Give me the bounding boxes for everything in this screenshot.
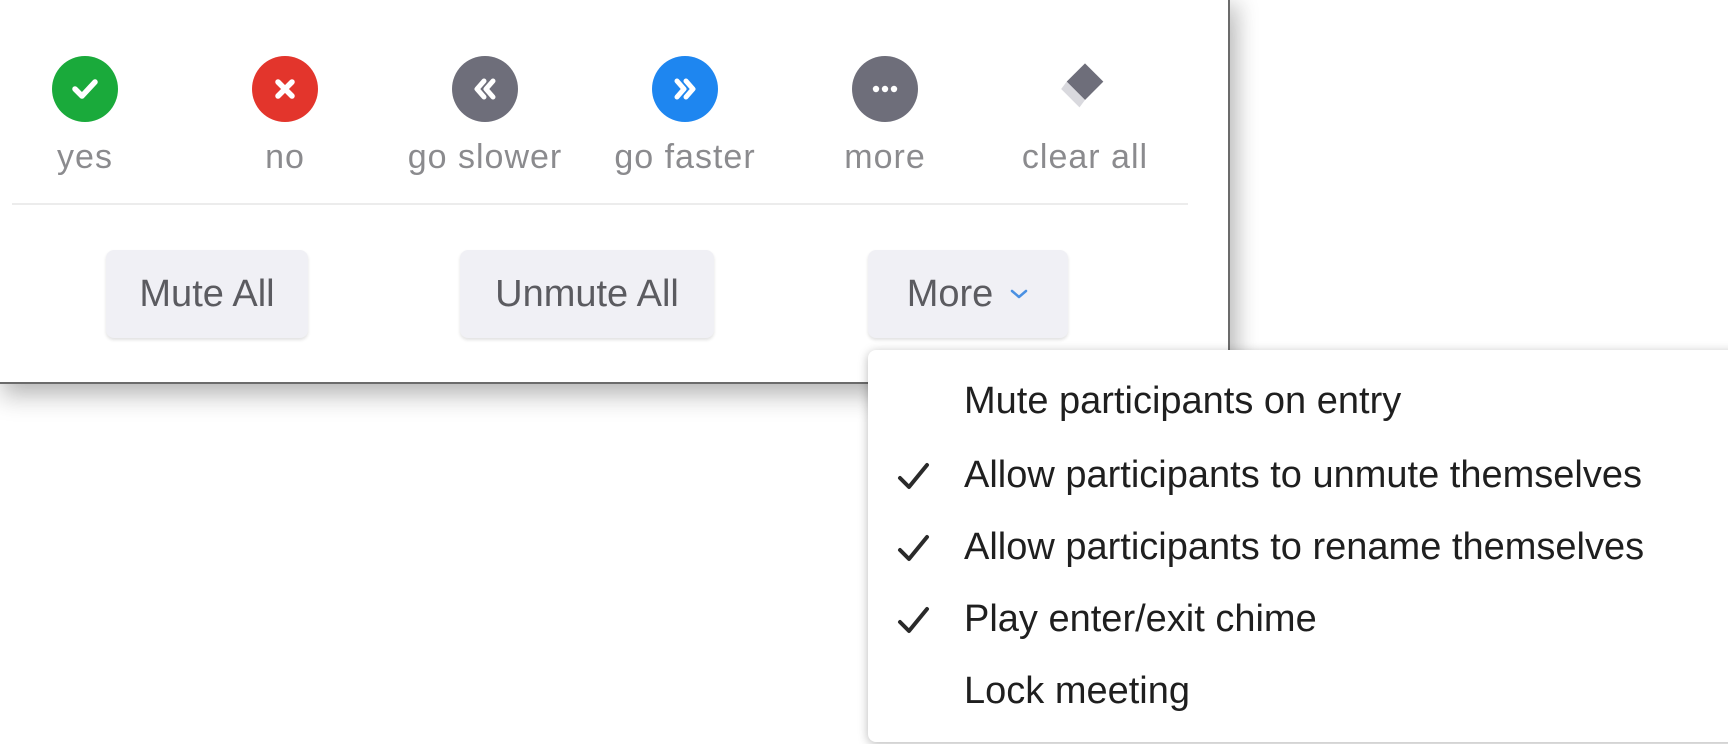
reaction-yes-label: yes xyxy=(57,138,113,176)
x-icon xyxy=(252,56,318,122)
reaction-yes[interactable]: yes xyxy=(0,50,180,177)
reaction-more[interactable]: more xyxy=(790,50,980,177)
menu-item-allow-unmute[interactable]: Allow participants to unmute themselves xyxy=(868,440,1728,510)
more-button[interactable]: More xyxy=(868,250,1068,338)
menu-item-label: Allow participants to rename themselves xyxy=(964,525,1645,568)
menu-item-play-chime[interactable]: Play enter/exit chime xyxy=(868,584,1728,654)
reaction-more-label: more xyxy=(844,138,926,176)
reactions-bar: yes no go slower go faster more clear al… xyxy=(0,50,1228,190)
ellipsis-icon xyxy=(852,56,918,122)
checkmark-icon xyxy=(894,600,934,640)
unmute-all-button[interactable]: Unmute All xyxy=(460,250,714,338)
menu-item-label: Lock meeting xyxy=(964,669,1191,712)
menu-item-label: Play enter/exit chime xyxy=(964,597,1317,640)
menu-item-lock-meeting[interactable]: Lock meeting xyxy=(868,656,1728,726)
reaction-go-slower[interactable]: go slower xyxy=(390,50,580,177)
reaction-clear-all[interactable]: clear all xyxy=(990,50,1180,177)
divider xyxy=(12,203,1188,205)
more-button-label: More xyxy=(906,272,994,315)
checkmark-icon xyxy=(894,456,934,496)
reaction-no[interactable]: no xyxy=(190,50,380,177)
checkmark-icon xyxy=(894,528,934,568)
reaction-no-label: no xyxy=(265,138,305,176)
chevron-down-icon xyxy=(1009,287,1029,301)
more-options-menu: Mute participants on entry Allow partici… xyxy=(868,350,1728,742)
reaction-go-faster-label: go faster xyxy=(614,138,756,176)
check-icon xyxy=(52,56,118,122)
fast-forward-icon xyxy=(652,56,718,122)
rewind-icon xyxy=(452,56,518,122)
mute-all-button[interactable]: Mute All xyxy=(106,250,308,338)
reaction-go-faster[interactable]: go faster xyxy=(590,50,780,177)
menu-item-mute-on-entry[interactable]: Mute participants on entry xyxy=(868,366,1728,436)
menu-item-allow-rename[interactable]: Allow participants to rename themselves xyxy=(868,512,1728,582)
participants-panel: yes no go slower go faster more clear al… xyxy=(0,0,1230,384)
menu-item-label: Allow participants to unmute themselves xyxy=(964,453,1642,496)
participants-view: yes no go slower go faster more clear al… xyxy=(0,0,1728,744)
eraser-icon xyxy=(1052,56,1118,122)
reaction-go-slower-label: go slower xyxy=(407,138,563,176)
menu-item-label: Mute participants on entry xyxy=(964,379,1402,422)
reaction-clear-all-label: clear all xyxy=(1021,138,1149,176)
